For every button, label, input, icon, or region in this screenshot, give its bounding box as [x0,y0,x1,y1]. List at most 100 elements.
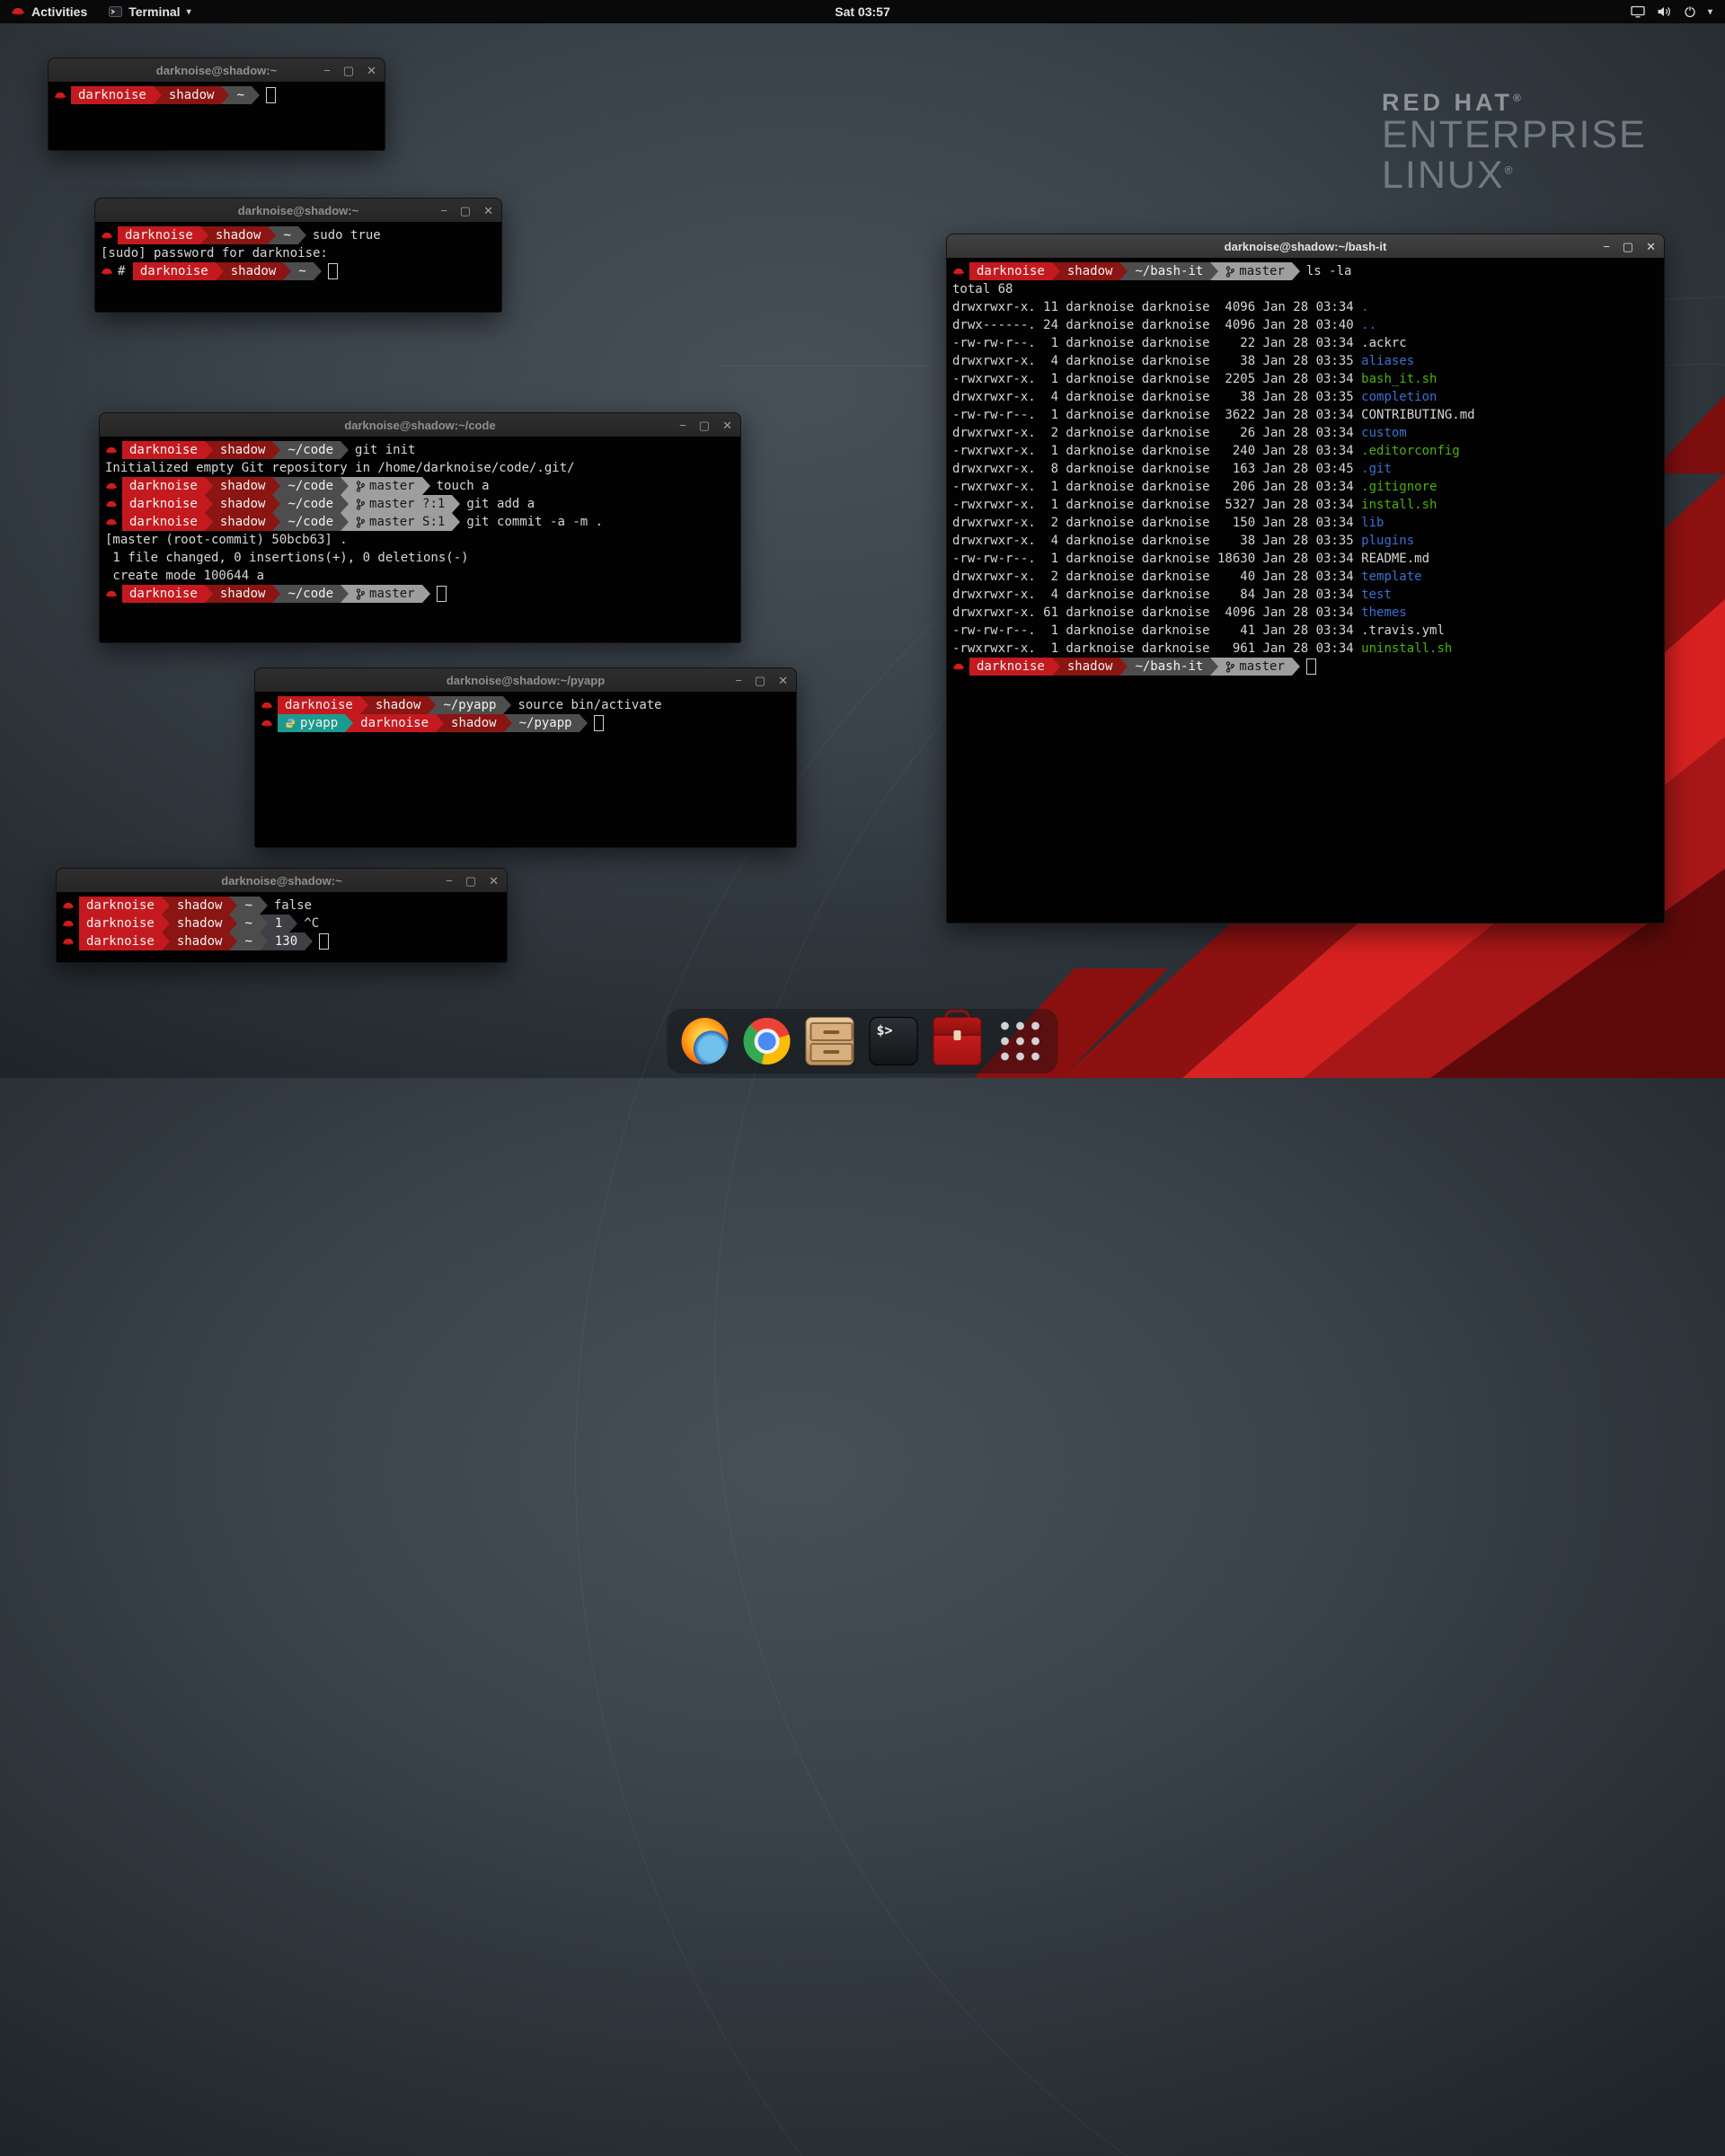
system-status-area[interactable]: ▾ [1618,0,1725,23]
prompt-segment-git: master S:1 [349,513,452,531]
window-titlebar[interactable]: darknoise@shadow:~ − ▢ ✕ [95,199,501,223]
maximize-button[interactable]: ▢ [755,675,765,686]
redhat-prompt-icon [62,918,75,930]
prompt-segment-git: master ?:1 [349,495,452,513]
output-text: lib [1361,516,1384,530]
minimize-button[interactable]: − [323,65,331,76]
terminal-line: drwxrwxr-x. 61 darknoise darknoise 4096 … [952,604,1659,622]
segment-separator [305,932,313,950]
dock-chrome-icon[interactable] [744,1018,791,1065]
minimize-button[interactable]: − [679,420,686,431]
close-button[interactable]: ✕ [489,875,499,887]
window-titlebar[interactable]: darknoise@shadow:~/pyapp − ▢ ✕ [255,668,796,693]
dock-files-icon[interactable] [806,1017,854,1065]
display-icon [1631,5,1645,18]
terminal-line: # darknoiseshadow~ [101,262,496,280]
maximize-button[interactable]: ▢ [699,420,710,431]
segment-separator [422,585,430,603]
close-button[interactable]: ✕ [722,420,732,431]
terminal-line: -rw-rw-r--. 1 darknoise darknoise 18630 … [952,550,1659,568]
window-title: darknoise@shadow:~ [156,64,277,77]
prompt-segment-host: shadow [1060,658,1120,676]
terminal-content[interactable]: darknoiseshadow~/bash-itmaster ls -la tota… [947,258,1664,923]
output-text: test [1361,588,1392,602]
terminal-line: darknoiseshadow~/codegit init [105,441,735,459]
git-branch-icon [1225,266,1234,278]
output-text: aliases [1361,354,1414,368]
segment-separator [200,226,208,244]
segment-separator [162,915,170,932]
command-text: ls -la [1306,264,1352,278]
terminal-line: darknoiseshadow~/bash-itmaster [952,658,1659,676]
terminal-cursor [328,263,338,279]
prompt-segment-path: ~/code [280,585,341,603]
output-text: drwxrwxr-x. 2 darknoise darknoise 40 Jan… [952,570,1361,584]
close-button[interactable]: ✕ [1646,241,1656,252]
terminal-line: darknoiseshadow~/codemaster [105,585,735,603]
terminal-content[interactable]: darknoiseshadow~/pyappsource bin/activat… [255,692,796,847]
window-title: darknoise@shadow:~/code [344,419,495,432]
terminal-content[interactable]: darknoiseshadow~ [49,82,385,150]
segment-separator [260,915,268,932]
terminal-window-bashit: darknoise@shadow:~/bash-it − ▢ ✕ darknoi… [946,234,1665,923]
segment-separator [260,897,268,915]
output-text: drwxrwxr-x. 4 darknoise darknoise 38 Jan… [952,354,1361,368]
close-button[interactable]: ✕ [778,675,788,686]
activities-button[interactable]: Activities [0,0,98,23]
chevron-down-icon: ▾ [1708,7,1712,17]
prompt-segment-user: darknoise [133,262,216,280]
terminal-cursor [266,87,276,103]
close-button[interactable]: ✕ [483,205,493,216]
terminal-content[interactable]: darknoiseshadow~sudo true[sudo] password… [95,222,501,312]
dock-terminal-icon[interactable]: $> [870,1017,918,1065]
dock-app-grid-icon[interactable] [997,1018,1044,1065]
terminal-line: drwxrwxr-x. 2 darknoise darknoise 40 Jan… [952,568,1659,586]
terminal-content[interactable]: darknoiseshadow~falsedarknoiseshadow~1^C… [57,892,507,962]
command-text: source bin/activate [518,698,661,712]
prompt-segment-user: darknoise [353,714,436,732]
maximize-button[interactable]: ▢ [343,65,354,76]
output-text: drwxrwxr-x. 8 darknoise darknoise 163 Ja… [952,462,1361,476]
window-titlebar[interactable]: darknoise@shadow:~/bash-it − ▢ ✕ [947,234,1664,259]
redhat-prompt-icon [261,718,274,729]
minimize-button[interactable]: − [735,675,742,686]
redhat-prompt-icon [105,517,119,528]
focused-app-menu[interactable]: Terminal ▾ [98,0,201,23]
close-button[interactable]: ✕ [367,65,376,76]
prompt-segment-path: ~ [276,226,297,244]
terminal-window-exitcodes: darknoise@shadow:~ − ▢ ✕ darknoiseshadow… [56,868,508,963]
minimize-button[interactable]: − [1603,241,1610,252]
window-titlebar[interactable]: darknoise@shadow:~ − ▢ ✕ [49,58,385,83]
prompt-segment-path: ~ [237,897,259,915]
terminal-content[interactable]: darknoiseshadow~/codegit initInitialized… [100,437,740,642]
git-branch-icon [1225,661,1234,673]
dock-toolbox-icon[interactable] [933,1017,982,1065]
minimize-button[interactable]: − [446,875,453,887]
redhat-prompt-icon [105,588,119,600]
terminal-line: -rw-rw-r--. 1 darknoise darknoise 22 Jan… [952,334,1659,352]
output-text: -rw-rw-r--. 1 darknoise darknoise 3622 J… [952,408,1361,422]
prompt-segment-user: darknoise [122,513,205,531]
redhat-prompt-icon [952,266,966,278]
output-text: -rwxrwxr-x. 1 darknoise darknoise 5327 J… [952,498,1361,512]
terminal-line: darknoiseshadow~/codemaster S:1git commi… [105,513,735,531]
segment-separator [452,513,460,531]
minimize-button[interactable]: − [440,205,447,216]
prompt-segment-host: shadow [224,262,284,280]
window-titlebar[interactable]: darknoise@shadow:~ − ▢ ✕ [57,869,507,893]
maximize-button[interactable]: ▢ [1623,241,1633,252]
output-text: drwxrwxr-x. 2 darknoise darknoise 26 Jan… [952,426,1361,440]
command-text: sudo true [313,228,381,243]
maximize-button[interactable]: ▢ [460,205,471,216]
prompt-segment-path: ~ [229,86,251,104]
output-text: total 68 [952,282,1013,296]
dock-firefox-icon[interactable] [682,1018,729,1065]
window-title: darknoise@shadow:~ [221,874,341,888]
command-text: ^C [304,916,319,931]
terminal-cursor [1306,658,1316,675]
volume-icon [1657,5,1672,18]
redhat-prompt-icon [101,266,114,278]
clock[interactable]: Sat 03:57 [835,4,889,19]
window-titlebar[interactable]: darknoise@shadow:~/code − ▢ ✕ [100,413,740,437]
maximize-button[interactable]: ▢ [465,875,476,887]
